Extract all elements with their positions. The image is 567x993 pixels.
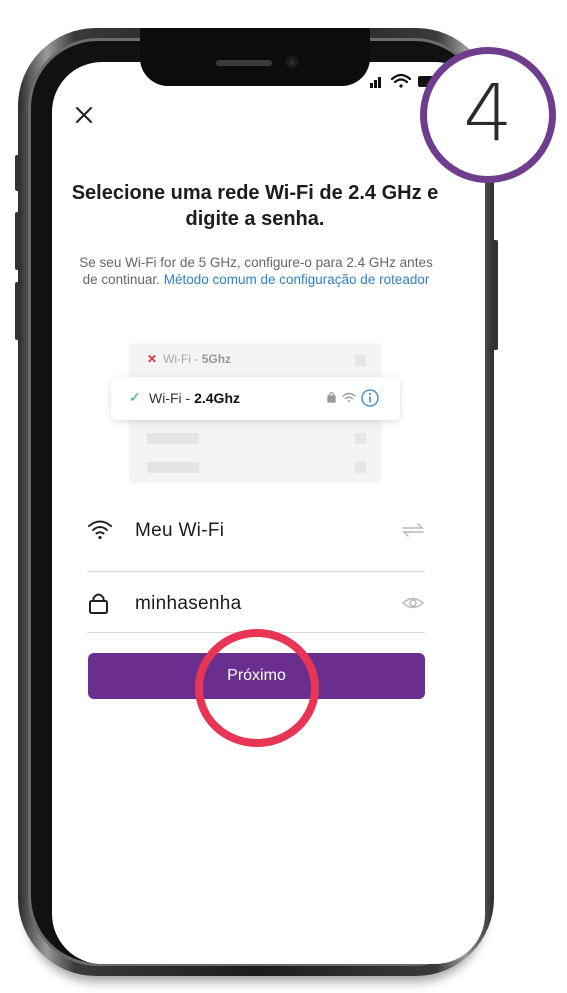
placeholder-square xyxy=(355,462,366,473)
wifi-status-icon xyxy=(390,73,412,88)
placeholder-bar xyxy=(147,462,199,473)
password-field[interactable]: minhasenha xyxy=(87,583,425,623)
placeholder-square xyxy=(355,355,366,366)
lock-small-icon xyxy=(327,391,336,403)
next-button[interactable]: Próximo xyxy=(88,653,425,699)
step-badge: 4 xyxy=(420,47,556,183)
router-config-link[interactable]: Método comum de configuração de roteador xyxy=(164,272,430,287)
side-button-power xyxy=(492,240,498,350)
placeholder-bar xyxy=(147,433,199,444)
illustration-row-5ghz: ✕ Wi-Fi - 5Ghz xyxy=(147,352,231,366)
row2-label: Wi-Fi - 2.4Ghz xyxy=(149,390,240,406)
divider xyxy=(87,632,425,633)
lock-icon xyxy=(89,593,108,614)
row1-prefix: Wi-Fi - xyxy=(163,352,202,366)
password-value: minhasenha xyxy=(135,593,242,614)
eye-icon[interactable] xyxy=(401,593,425,613)
signal-icon xyxy=(370,77,381,88)
step-number: 4 xyxy=(463,69,513,159)
check-icon: ✓ xyxy=(129,389,141,405)
row2-band: 2.4Ghz xyxy=(194,390,240,406)
page-title: Selecione uma rede Wi-Fi de 2.4 GHz e di… xyxy=(71,182,439,230)
switch-network-icon[interactable] xyxy=(401,520,425,540)
side-button-mute xyxy=(15,155,21,191)
illustration-row-24ghz: ✓ Wi-Fi - 2.4Ghz xyxy=(111,377,400,420)
info-icon xyxy=(361,389,379,407)
wifi-small-icon xyxy=(342,392,356,402)
row2-prefix: Wi-Fi - xyxy=(149,390,195,406)
placeholder-square xyxy=(355,433,366,444)
camera xyxy=(286,56,298,68)
wifi-name-field[interactable]: Meu Wi-Fi xyxy=(87,510,425,550)
notch xyxy=(140,28,370,86)
subtitle: Se seu Wi-Fi for de 5 GHz, configure-o p… xyxy=(78,254,434,288)
side-button-volume-down xyxy=(15,282,21,340)
row2-icons xyxy=(327,389,379,407)
row1-band: 5Ghz xyxy=(201,352,232,366)
divider xyxy=(87,571,425,572)
close-icon[interactable] xyxy=(73,104,95,126)
side-button-volume-up xyxy=(15,212,21,270)
cross-icon: ✕ xyxy=(147,352,158,366)
wifi-name-value: Meu Wi-Fi xyxy=(135,520,225,541)
speaker xyxy=(216,60,272,66)
wifi-icon xyxy=(88,520,112,540)
